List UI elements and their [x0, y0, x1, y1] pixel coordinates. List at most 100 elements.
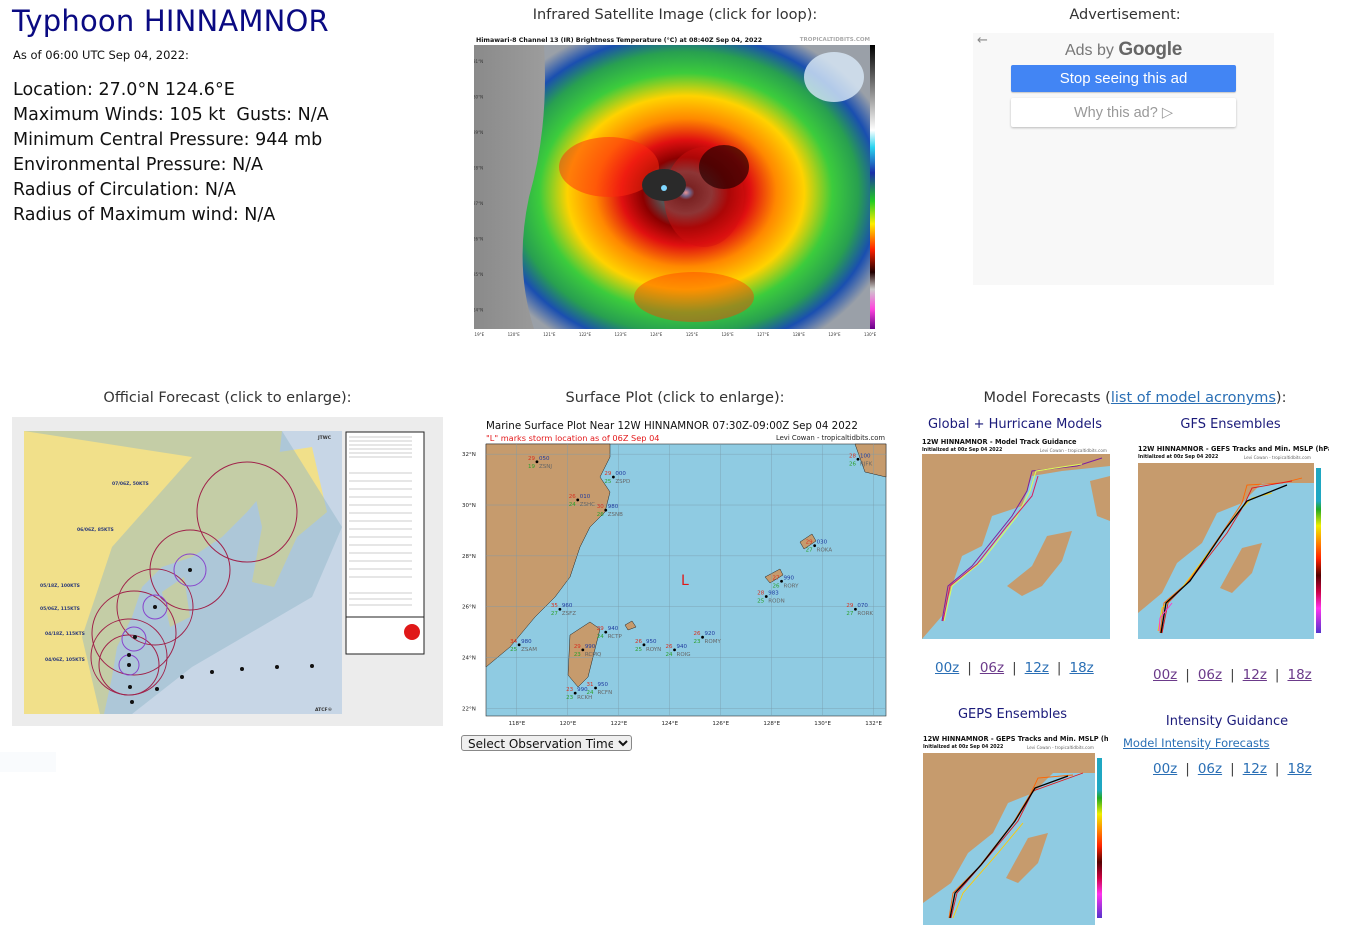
lon-tick-label: 123°E: [615, 332, 628, 337]
forecast-point-label: 06/06Z, 85KTS: [77, 527, 114, 533]
cycle-link-06z[interactable]: 06z: [980, 660, 1004, 676]
station-pressure: 950: [646, 639, 657, 645]
station-dewpoint: 26: [597, 512, 604, 518]
intensity-cycle-links: 00z | 06z | 12z | 18z: [1153, 761, 1312, 777]
station-pressure: 030: [817, 540, 828, 546]
storm-location: Location: 27.0°N 124.6°E: [13, 80, 235, 100]
station-dewpoint: 26: [849, 461, 856, 467]
station-pressure: 950: [598, 682, 609, 688]
surface-plot-map: L 32°N 30°N 28°N 26°N 24°N 22°N 118°E 120°E 122…: [462, 443, 887, 727]
station-dewpoint: 25: [510, 647, 517, 653]
station-temp: 26: [694, 631, 701, 637]
lat-tick-label: 29°N: [474, 130, 483, 135]
station-dot: [576, 498, 580, 502]
geps-ensembles-image-link[interactable]: 12W HINNAMNOR - GEPS Tracks and Min. MSL…: [913, 733, 1108, 929]
lon-tick-label: 128°E: [793, 332, 806, 337]
gfs-ensembles-image-link[interactable]: 12W HINNAMNOR - GEFS Tracks and Min. MSL…: [1132, 443, 1329, 643]
model-intensity-forecasts-link[interactable]: Model Intensity Forecasts: [1123, 736, 1270, 750]
station-temp: 29: [597, 626, 604, 632]
forecast-point-label: 04/18Z, 115KTS: [45, 631, 85, 637]
station-id: ZSAM: [521, 647, 537, 653]
lat-tick-label: 27°N: [474, 201, 483, 206]
cycle-link-18z[interactable]: 18z: [1069, 660, 1093, 676]
station-id: ZSFZ: [562, 611, 576, 617]
station-dot: [594, 686, 597, 690]
why-this-ad-button[interactable]: Why this ad? ▷: [1011, 98, 1236, 127]
station-id: ROIG: [677, 652, 691, 658]
observation-time-select[interactable]: Select Observation Time...: [461, 735, 632, 751]
station-temp: 28: [849, 453, 856, 459]
station-temp: 31: [587, 682, 594, 688]
cycle-link-00z[interactable]: 00z: [1153, 667, 1177, 683]
geps-ensemble-track-map: [923, 753, 1102, 925]
model-forecasts-suffix: ):: [1275, 390, 1287, 406]
surface-plot-image-link[interactable]: Marine Surface Plot Near 12W HINNAMNOR 0…: [460, 417, 890, 732]
station-dot: [854, 607, 857, 611]
official-forecast-image-link[interactable]: 07/06Z, 50KTS 06/06Z, 85KTS 05/18Z, 100K…: [12, 417, 443, 726]
cycle-link-12z[interactable]: 12z: [1025, 660, 1049, 676]
stop-seeing-ad-button[interactable]: Stop seeing this ad: [1011, 65, 1236, 92]
station-temp: 29: [528, 456, 535, 462]
station-temp: 29: [574, 644, 581, 650]
lon-tick-label: 125°E: [686, 332, 699, 337]
lat-tick-label: 31°N: [474, 59, 483, 64]
station-pressure: 980: [521, 639, 532, 645]
lon-tick-label: 122°E: [610, 721, 627, 727]
station-id: RCFN: [598, 690, 613, 696]
cycle-link-00z[interactable]: 00z: [1153, 761, 1177, 777]
station-temp: 26: [666, 644, 673, 650]
station-pressure: 050: [539, 456, 550, 462]
station-dewpoint: 19: [528, 464, 535, 470]
cycle-link-06z[interactable]: 06z: [1198, 761, 1222, 777]
station-dewpoint: 24: [597, 634, 604, 640]
station-temp: 28: [757, 591, 764, 597]
storm-max-winds: Maximum Winds: 105 kt Gusts: N/A: [13, 105, 329, 125]
station-dot: [611, 475, 615, 479]
gfs-ensembles-label: GFS Ensembles: [1180, 417, 1281, 432]
station-id: ROYN: [646, 647, 661, 653]
station-pressure: 960: [562, 603, 573, 609]
global-model-track-map: [922, 454, 1110, 639]
cycle-link-06z[interactable]: 06z: [1198, 667, 1222, 683]
station-pressure: 000: [615, 471, 626, 477]
station-id: ZSNJ: [539, 464, 552, 470]
lat-tick-label: 32°N: [462, 452, 476, 458]
station-id: RJFK: [860, 461, 873, 467]
lon-tick-label: 122°E: [579, 332, 592, 337]
ad-panel: ← Ads by Google Stop seeing this ad Why …: [973, 33, 1274, 285]
station-dot: [642, 643, 646, 647]
global-models-image-link[interactable]: 12W HINNAMNOR - Model Track Guidance Ini…: [912, 436, 1117, 642]
cycle-link-18z[interactable]: 18z: [1287, 761, 1311, 777]
storm-min-pressure: Minimum Central Pressure: 944 mb: [13, 130, 323, 150]
station-temp: 29: [846, 603, 853, 609]
global-models-label: Global + Hurricane Models: [927, 417, 1102, 432]
agency-label: JTWC: [317, 435, 332, 441]
station-dot: [573, 691, 577, 695]
station-dot: [856, 457, 860, 461]
station-pressure: 100: [860, 453, 871, 459]
lon-tick-label: 120°E: [508, 332, 521, 337]
cycle-link-18z[interactable]: 18z: [1287, 667, 1311, 683]
station-dewpoint: 25: [757, 599, 764, 605]
station-temp: 23: [566, 687, 573, 693]
intensity-guidance-label: Intensity Guidance: [1165, 714, 1289, 729]
lat-tick-label: 24°N: [462, 656, 476, 662]
lon-tick-label: 124°E: [661, 721, 678, 727]
satellite-image-link[interactable]: Himawari-8 Channel 13 (IR) Brightness Te…: [474, 37, 878, 339]
google-logo: Google: [1118, 39, 1182, 60]
cycle-link-12z[interactable]: 12z: [1243, 761, 1267, 777]
surface-lon-axis: 118°E 120°E 122°E 124°E 126°E 128°E 130°E 132°E: [509, 721, 883, 727]
cycle-link-00z[interactable]: 00z: [935, 660, 959, 676]
station-temp: 26: [635, 639, 642, 645]
station-dewpoint: 27: [846, 611, 853, 617]
station-temp: 26: [569, 494, 576, 500]
satellite-ir-image: 119°E 120°E 121°E 122°E 123°E 124°E 125°E 126°E…: [474, 45, 877, 337]
cycle-link-12z[interactable]: 12z: [1243, 667, 1267, 683]
ads-by-text: Ads by: [1064, 42, 1119, 59]
station-dot: [673, 648, 676, 652]
model-acronyms-link[interactable]: list of model acronyms: [1111, 390, 1276, 406]
station-pressure: 940: [677, 644, 688, 650]
lat-tick-label: 30°N: [462, 503, 476, 509]
station-dot: [604, 508, 608, 512]
station-pressure: 920: [705, 631, 716, 637]
